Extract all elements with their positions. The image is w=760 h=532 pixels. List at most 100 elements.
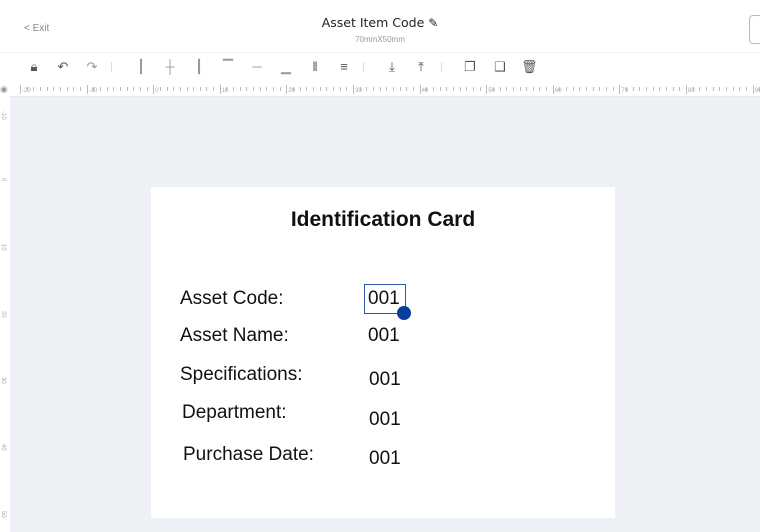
align-left-icon[interactable]: ┃ [133, 58, 149, 76]
vertical-ruler: -10 0 10 20 30 40 50 [0, 97, 10, 532]
ruler-tick [353, 85, 354, 94]
ruler-tick [86, 85, 88, 94]
ruler-label: 0 [0, 177, 6, 181]
ruler-tick [412, 87, 414, 91]
ruler-tick [432, 87, 434, 91]
ruler-tick [512, 87, 514, 91]
ruler-tick [639, 87, 641, 91]
divider [111, 62, 112, 72]
distribute-h-icon[interactable]: ‖ [307, 58, 323, 76]
ruler-tick [99, 87, 101, 91]
ruler-tick [226, 87, 228, 91]
specifications-value[interactable]: 001 [369, 369, 401, 391]
align-middle-v-icon[interactable]: ─ [249, 58, 265, 76]
ruler-label: 10 [0, 244, 6, 251]
ruler-tick [233, 87, 235, 91]
ruler-tick [506, 87, 508, 91]
ruler-tick [186, 87, 188, 91]
ruler-label: -10 [0, 111, 6, 120]
ruler-label: 60 [554, 88, 562, 94]
horizontal-ruler: -20 -10 0 10 20 30 40 50 60 70 80 90 [10, 83, 760, 97]
eye-icon[interactable]: ◉ [0, 84, 10, 96]
ruler-tick [459, 87, 461, 91]
asset-name-value[interactable]: 001 [368, 325, 400, 347]
move-down-layer-icon[interactable]: ⤓ [384, 58, 400, 76]
duplicate-icon[interactable]: ❑ [492, 58, 508, 76]
edit-icon[interactable]: ✎ [428, 16, 438, 30]
ruler-tick [526, 87, 528, 91]
ruler-tick [659, 87, 661, 91]
purchase-date-label[interactable]: Purchase Date: [183, 444, 314, 466]
ruler-tick [53, 87, 55, 91]
lock-icon[interactable]: 🔒︎ [26, 58, 42, 76]
ruler-tick [672, 87, 674, 91]
design-canvas[interactable]: Identification Card Asset Code: 001 Asse… [10, 97, 760, 532]
header: < Exit Asset Item Code ✎ 70mmX50mm [0, 0, 760, 53]
asset-code-label[interactable]: Asset Code: [180, 288, 284, 310]
ruler-label: 50 [488, 88, 495, 94]
ruler-tick [259, 87, 261, 91]
ruler-tick [73, 87, 75, 91]
align-right-icon[interactable]: ┃ [191, 58, 207, 76]
label-card[interactable]: Identification Card Asset Code: 001 Asse… [151, 187, 615, 518]
ruler-tick [552, 85, 554, 94]
ruler-tick [486, 85, 488, 94]
ruler-tick [279, 87, 281, 91]
ruler-tick [479, 87, 481, 91]
ruler-tick [246, 87, 248, 91]
ruler-tick [519, 87, 521, 91]
ruler-tick [426, 87, 428, 91]
ruler-tick [406, 87, 408, 91]
ruler-tick [546, 87, 548, 91]
ruler-tick [126, 87, 128, 91]
ruler-tick [399, 87, 401, 91]
ruler-tick [752, 85, 754, 94]
align-bottom-icon[interactable]: ▁ [278, 58, 294, 76]
ruler-tick [566, 87, 568, 91]
ruler-tick [306, 87, 308, 91]
asset-name-label[interactable]: Asset Name: [180, 325, 289, 347]
title-text: Asset Item Code [321, 15, 425, 30]
move-up-layer-icon[interactable]: ⤒ [413, 58, 429, 76]
distribute-v-icon[interactable]: ≡ [336, 58, 352, 76]
purchase-date-value[interactable]: 001 [369, 448, 401, 470]
ruler-tick [725, 87, 727, 91]
redo-icon[interactable]: ↷ [84, 58, 100, 76]
ruler-tick [592, 87, 594, 91]
department-label[interactable]: Department: [182, 402, 287, 424]
ruler-tick [599, 87, 601, 91]
ruler-tick [173, 87, 175, 91]
ruler-tick [20, 85, 21, 94]
ruler-label: 80 [688, 88, 695, 94]
align-top-icon[interactable]: ▔ [220, 58, 236, 76]
ruler-label: 50 [0, 510, 6, 518]
ruler-tick [572, 87, 574, 91]
resize-handle[interactable] [397, 306, 411, 320]
ruler-label: 20 [0, 310, 6, 318]
header-action-button[interactable] [749, 15, 760, 44]
undo-icon[interactable]: ↶ [55, 58, 71, 76]
ruler-tick [499, 87, 501, 91]
toolbar: 🔒︎ ↶ ↷ ┃ ┼ ┃ ▔ ─ ▁ ‖ ≡ ⤓ ⤒ ❐ ❑ 🗑︎ [0, 56, 760, 80]
ruler-tick [666, 87, 668, 91]
ruler-tick [79, 87, 81, 91]
ruler-tick [59, 87, 61, 91]
card-title[interactable]: Identification Card [151, 208, 615, 232]
ruler-tick [366, 87, 368, 91]
ruler-tick [359, 87, 361, 91]
ruler-tick [619, 85, 621, 94]
specifications-label[interactable]: Specifications: [180, 364, 303, 386]
copy-icon[interactable]: ❐ [462, 58, 478, 76]
label-size: 70mmX50mm [355, 35, 405, 44]
ruler-label: 20 [288, 88, 296, 94]
department-value[interactable]: 001 [369, 409, 401, 431]
ruler-tick [33, 87, 35, 91]
ruler-tick [39, 87, 41, 91]
align-center-h-icon[interactable]: ┼ [162, 58, 178, 76]
ruler-tick [446, 87, 448, 91]
ruler-tick [206, 87, 208, 91]
delete-icon[interactable]: 🗑︎ [521, 58, 538, 76]
page-title[interactable]: Asset Item Code ✎ [0, 15, 760, 30]
ruler-label: 40 [421, 88, 429, 94]
ruler-tick [46, 87, 48, 91]
